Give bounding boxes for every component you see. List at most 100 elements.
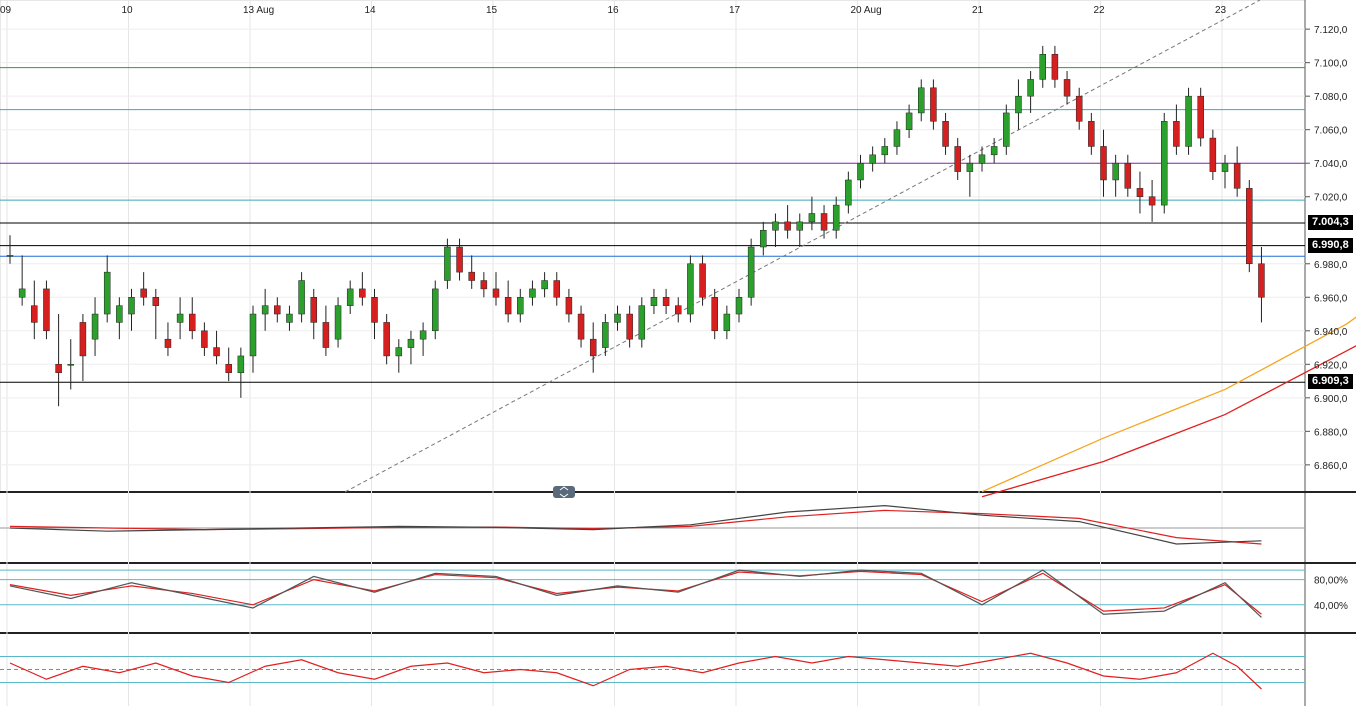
x-tick-label: 09 (0, 5, 12, 16)
candle-up (808, 213, 816, 223)
candle-up (614, 313, 621, 323)
stochastic-panel: 80,00% 40,00% (0, 569, 1348, 618)
candle-down (1233, 162, 1241, 189)
x-tick-label: 17 (729, 5, 741, 16)
y-tick-label: 6.860,0 (1314, 461, 1348, 472)
y-tick-label: 6.960,0 (1314, 293, 1348, 304)
candle-up (905, 112, 913, 130)
y-tick-label: 7.100,0 (1314, 59, 1348, 70)
candle-down (577, 313, 585, 340)
candle-down (565, 297, 573, 315)
candle-down (322, 322, 330, 348)
candle-up (602, 322, 609, 348)
stoch-k-line (9, 569, 1262, 618)
candle-down (1088, 121, 1095, 147)
candle-down (1136, 188, 1144, 197)
candle-up (1221, 162, 1229, 172)
candle-down (820, 213, 828, 231)
candle-up (966, 162, 974, 172)
candle-down (152, 297, 160, 306)
candle-down (662, 297, 670, 306)
candle-down (468, 271, 475, 281)
candle-down (274, 305, 281, 315)
candle-down (589, 338, 597, 357)
rsi-line (9, 652, 1262, 690)
y-tick-label: 6.920,0 (1314, 360, 1348, 371)
candle-down (31, 305, 38, 323)
candle-down (201, 330, 208, 348)
x-tick-label: 14 (365, 5, 377, 16)
chart-svg: 80,00% 40,00% 09 10 13 Aug 14 15 16 17 20 Aug 21 2… (0, 0, 1356, 706)
x-tick-label: 15 (486, 5, 498, 16)
price-label-badge: 6.909,3 (1308, 374, 1353, 390)
candle-up (346, 288, 354, 306)
x-tick-label: 13 Aug (243, 5, 274, 16)
y-tick-label: 6.940,0 (1314, 327, 1348, 338)
candle-down (954, 146, 961, 172)
candle-up (261, 305, 269, 315)
candle-up (1015, 95, 1022, 114)
candle-up (990, 146, 998, 156)
y-tick-label: 7.060,0 (1314, 126, 1348, 137)
candle-down (492, 288, 500, 298)
candle-up (298, 280, 305, 315)
candle-up (772, 221, 779, 231)
y-tick-label: 7.080,0 (1314, 92, 1348, 103)
price-label-badge: 6.990,8 (1308, 237, 1353, 253)
stoch-tick-label: 40,00% (1314, 601, 1348, 612)
stoch-tick-label: 80,00% (1314, 576, 1348, 587)
candle-down (626, 313, 633, 340)
candle-down (784, 221, 791, 231)
x-tick-label: 16 (608, 5, 620, 16)
candle-down (1246, 188, 1253, 265)
x-tick-label: 23 (1215, 5, 1227, 16)
chart-root: 80,00% 40,00% 09 10 13 Aug 14 15 16 17 20 Aug 21 2… (0, 0, 1356, 706)
candle-down (359, 288, 366, 298)
candle-up (881, 146, 889, 156)
candle-down (504, 297, 512, 315)
pane-resize-handle[interactable] (553, 486, 575, 498)
candle-down (1063, 79, 1071, 97)
candle-down (1258, 263, 1265, 298)
candle-up (638, 305, 646, 340)
candle-up (893, 129, 901, 147)
candle-down (310, 297, 317, 323)
candle-up (103, 271, 111, 315)
candle-down (225, 364, 232, 373)
candle-down (1075, 95, 1083, 122)
candle-up (1027, 79, 1034, 97)
y-tick-label: 7.120,0 (1314, 25, 1348, 36)
candle-down (942, 121, 949, 147)
candle-up (845, 179, 852, 206)
candle-down (43, 288, 50, 332)
candle-up (747, 246, 755, 298)
candle-up (650, 297, 658, 306)
candle-up (978, 154, 986, 164)
candle-up (116, 305, 123, 323)
candle-up (67, 364, 74, 366)
candle-up (1003, 112, 1010, 147)
y-tick-label: 6.900,0 (1314, 394, 1348, 405)
candle-down (164, 338, 172, 348)
candle-down (1173, 121, 1180, 147)
candle-up (407, 338, 415, 348)
y-tick-label: 7.040,0 (1314, 159, 1348, 170)
candle-up (128, 297, 135, 315)
candle-down (711, 297, 718, 332)
candle-down (55, 364, 62, 373)
candle-down (189, 313, 196, 332)
candle-up (18, 288, 26, 298)
macd-panel (0, 504, 1305, 545)
candle-up (832, 204, 840, 231)
candle-down (79, 322, 87, 357)
price-label-badge: 7.004,3 (1308, 215, 1353, 231)
candle-down (699, 263, 706, 298)
candle-up (1112, 162, 1119, 181)
candle-up (723, 313, 731, 332)
candle-up (1185, 95, 1192, 147)
candle-down (1209, 137, 1217, 172)
x-tick-label: 21 (972, 5, 984, 16)
candle-up (176, 313, 184, 323)
candle-up (444, 246, 451, 281)
candle-up (796, 221, 803, 231)
